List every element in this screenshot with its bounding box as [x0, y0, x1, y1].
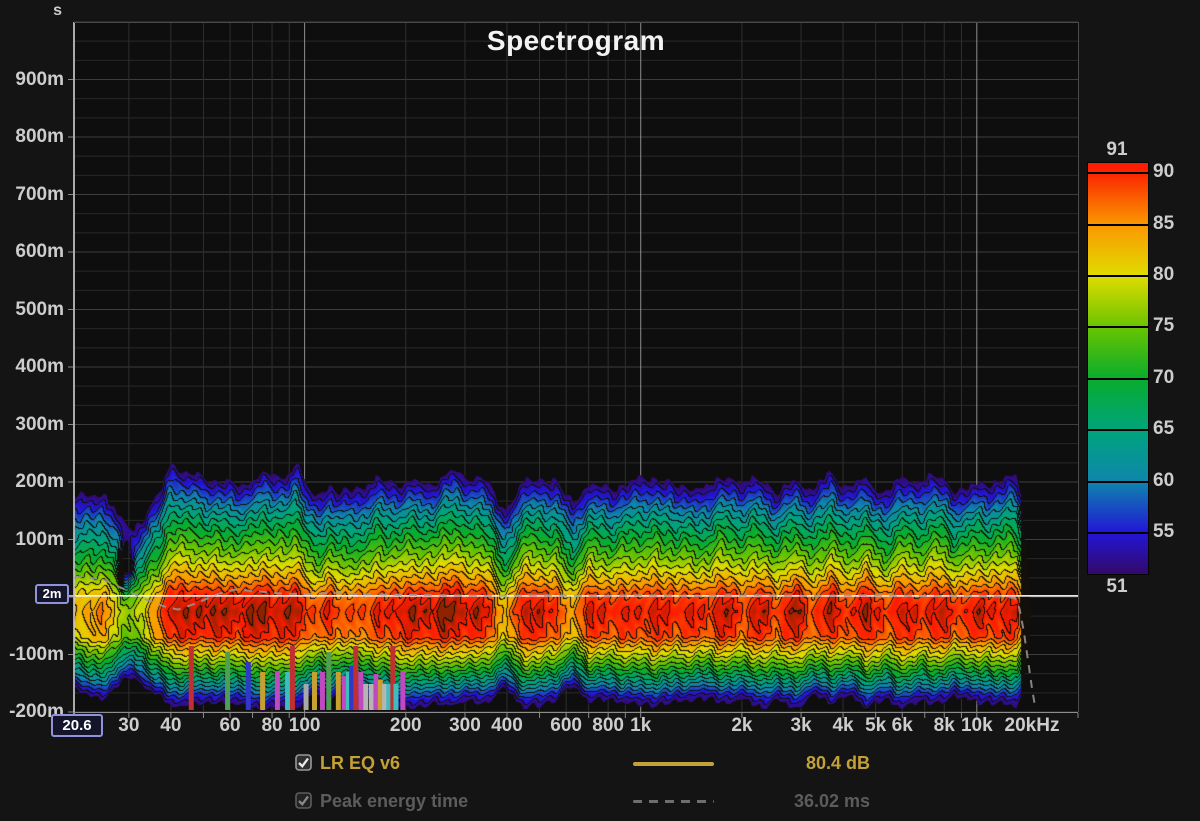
color-scale-tickline	[1088, 172, 1148, 174]
color-scale-tick-label: 65	[1153, 418, 1199, 440]
x-axis-label: 20kHz	[987, 715, 1077, 737]
color-scale-max: 91	[1087, 139, 1147, 161]
color-scale-tickline	[1088, 532, 1148, 534]
color-scale-tick-label: 70	[1153, 367, 1199, 389]
color-scale-tick-label: 90	[1153, 161, 1199, 183]
color-scale-min: 51	[1087, 576, 1147, 598]
y-axis-label: 400m	[0, 356, 64, 378]
color-scale-tick-label: 60	[1153, 470, 1199, 492]
legend-row-peak-energy: Peak energy time 36.02 ms	[295, 791, 895, 811]
color-scale-tick-label: 85	[1153, 213, 1199, 235]
legend-label-lr-eq: LR EQ v6	[320, 753, 400, 774]
x-axis-label: 100	[260, 715, 350, 737]
y-axis-unit: s	[36, 2, 62, 20]
y-axis-line	[73, 22, 75, 712]
legend-label-peak-energy: Peak energy time	[320, 791, 468, 812]
color-scale-tickline	[1088, 275, 1148, 277]
legend-value-lr-eq: 80.4 dB	[760, 753, 870, 774]
color-scale-tick-label: 80	[1153, 264, 1199, 286]
legend-checkbox-lr-eq[interactable]	[295, 754, 312, 771]
color-scale-tickline	[1088, 224, 1148, 226]
color-scale-tickline	[1088, 481, 1148, 483]
y-axis-label: 700m	[0, 184, 64, 206]
y-axis-label: 100m	[0, 529, 64, 551]
y-axis-label: 500m	[0, 299, 64, 321]
y-axis-label: 200m	[0, 471, 64, 493]
spectrogram-app: Spectrogram s 900m 800m 700m 600m 500m 400m 30…	[0, 0, 1200, 821]
plot-frame-right	[1078, 22, 1079, 712]
y-axis-label: 800m	[0, 126, 64, 148]
color-scale-tickline	[1088, 378, 1148, 380]
color-scale-tick-label: 75	[1153, 315, 1199, 337]
plot-frame-top	[74, 22, 1078, 23]
color-scale-tickline	[1088, 429, 1148, 431]
legend-swatch-dashed-line	[633, 800, 714, 803]
legend-row-lr-eq: LR EQ v6 80.4 dB	[295, 753, 895, 773]
color-scale-tick-label: 55	[1153, 521, 1199, 543]
y-axis-label: 600m	[0, 241, 64, 263]
time-cursor-readout: 2m	[35, 584, 69, 604]
color-scale-bar	[1087, 162, 1149, 575]
x-axis-label: 1k	[596, 715, 686, 737]
color-scale-tickline	[1088, 326, 1148, 328]
y-axis-label: 900m	[0, 69, 64, 91]
legend-value-peak-energy: 36.02 ms	[760, 791, 870, 812]
freq-cursor-readout: 20.6	[51, 714, 103, 737]
y-axis-label: 300m	[0, 414, 64, 436]
page-title: Spectrogram	[74, 25, 1078, 57]
y-axis-label: -100m	[0, 644, 64, 666]
legend-checkbox-peak-energy[interactable]	[295, 792, 312, 809]
x-axis-line	[74, 712, 1078, 713]
spectrogram-canvas[interactable]	[74, 22, 1078, 712]
legend-swatch-solid-line	[633, 762, 714, 766]
